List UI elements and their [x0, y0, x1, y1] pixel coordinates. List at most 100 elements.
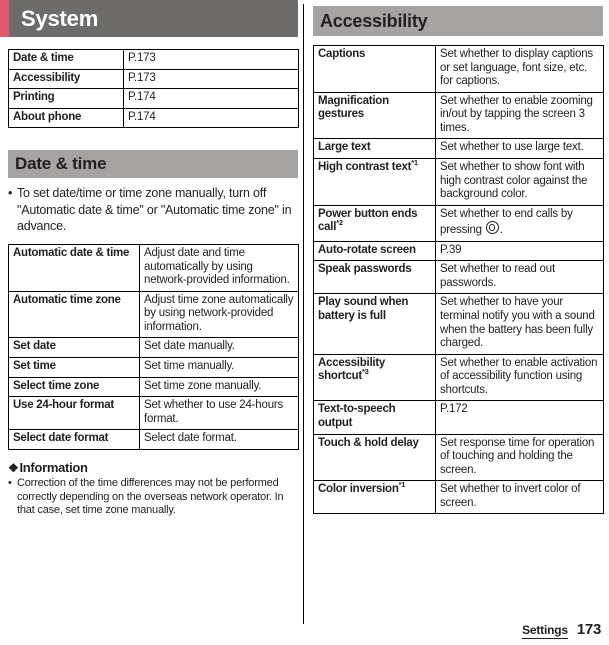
chapter-title: System [21, 5, 99, 31]
table-row: Accessibility shortcut*3 Set whether to … [313, 353, 604, 402]
section-title: Accessibility [320, 10, 428, 31]
table-row: Large text Set whether to use large text… [313, 138, 604, 159]
bullet-dot: • [8, 186, 13, 201]
setting-label: Touch & hold delay [318, 436, 419, 449]
setting-name[interactable]: Speak passwords [313, 260, 436, 295]
setting-label: Magnification gestures [318, 94, 389, 121]
setting-name[interactable]: Text-to-speech output [313, 400, 436, 435]
page-reference[interactable]: P.39 [435, 240, 604, 262]
setting-description: Set response time for operation of touch… [435, 433, 604, 482]
setting-name[interactable]: Color inversion*1 [313, 480, 436, 515]
setting-name[interactable]: High contrast text*1 [313, 157, 436, 206]
setting-label: Captions [318, 48, 366, 60]
setting-name[interactable]: Accessibility shortcut*3 [313, 353, 436, 402]
setting-label: High contrast text [318, 160, 412, 173]
setting-description: Set whether to use 24-hours format. [139, 396, 299, 431]
system-links-table: Date & time P.173 Accessibility P.173 Pr… [8, 49, 299, 129]
table-row: Set time Set time manually. [8, 356, 299, 378]
table-row: Automatic time zone Adjust time zone aut… [8, 290, 299, 339]
information-title: Information [19, 459, 88, 475]
table-row: Select date format Select date format. [8, 429, 299, 450]
table-row: Auto-rotate screen P.39 [313, 240, 604, 262]
setting-name[interactable]: Automatic date & time [8, 244, 140, 292]
setting-description: Set whether to show font with high contr… [435, 157, 604, 206]
setting-name[interactable]: About phone [8, 107, 124, 129]
description-part-1: Set whether to end calls by pressing [440, 207, 573, 237]
table-row: Date & time P.173 [8, 49, 299, 70]
manual-page: System Date & time P.173 Accessibility P… [0, 0, 609, 645]
setting-description: Set whether to display captions or set l… [435, 45, 604, 93]
setting-name[interactable]: Use 24-hour format [8, 396, 140, 431]
setting-label: Speak passwords [318, 263, 412, 276]
section-header-date-time: Date & time [8, 150, 298, 179]
column-divider [303, 4, 304, 624]
right-column: Accessibility Captions Set whether to di… [313, 0, 604, 524]
setting-name[interactable]: Power button ends call*2 [313, 204, 436, 242]
page-number: 173 [576, 621, 601, 638]
table-row: High contrast text*1 Set whether to show… [313, 157, 604, 206]
setting-description: Set whether to end calls by pressing . [435, 204, 604, 242]
table-row: Power button ends call*2 Set whether to … [313, 204, 604, 242]
left-column: System Date & time P.173 Accessibility P… [0, 0, 299, 528]
footnote-marker: *3 [362, 367, 369, 377]
table-row: Select time zone Set time zone manually. [8, 376, 299, 398]
setting-name[interactable]: Printing [8, 88, 124, 109]
setting-label: Auto-rotate screen [318, 243, 416, 256]
table-row: Automatic date & time Adjust date and ti… [8, 244, 299, 292]
chapter-accent-bar [0, 0, 9, 37]
setting-name[interactable]: Auto-rotate screen [313, 240, 436, 262]
setting-name[interactable]: Set date [8, 337, 140, 358]
setting-name[interactable]: Set time [8, 356, 140, 378]
bullet-dot: • [8, 476, 12, 489]
setting-description: Set time zone manually. [139, 376, 299, 398]
table-row: Accessibility P.173 [8, 68, 299, 90]
setting-name[interactable]: Date & time [8, 49, 124, 70]
section-title: Date & time [15, 154, 107, 174]
setting-description: Set whether to enable activation of acce… [435, 353, 604, 402]
setting-label: Accessibility shortcut [318, 356, 386, 383]
setting-name[interactable]: Touch & hold delay [313, 433, 436, 482]
setting-name[interactable]: Accessibility [8, 68, 124, 90]
setting-name[interactable]: Select date format [8, 429, 140, 450]
information-text: Correction of the time differences may n… [17, 476, 284, 517]
setting-description: Set date manually. [139, 337, 299, 358]
setting-description: Set whether to have your terminal notify… [435, 293, 604, 355]
setting-name[interactable]: Select time zone [8, 376, 140, 398]
setting-name[interactable]: Automatic time zone [8, 290, 140, 339]
information-heading: ❖ Information [8, 460, 298, 475]
table-row: Magnification gestures Set whether to en… [313, 91, 604, 140]
table-row: Speak passwords Set whether to read out … [313, 260, 604, 295]
table-row: About phone P.174 [8, 107, 299, 129]
footnote-marker: *2 [336, 218, 343, 228]
page-reference[interactable]: P.174 [123, 107, 299, 129]
setting-label: Play sound when battery is full [318, 296, 409, 322]
setting-description: Adjust time zone automatically by using … [139, 290, 299, 339]
page-reference[interactable]: P.173 [123, 49, 299, 70]
page-reference[interactable]: P.174 [123, 88, 299, 109]
information-list: • Correction of the time differences may… [8, 477, 298, 519]
page-footer: Settings 173 [522, 621, 601, 639]
table-row: Set date Set date manually. [8, 337, 299, 358]
accessibility-settings-table: Captions Set whether to display captions… [313, 45, 604, 515]
table-row: Text-to-speech output P.172 [313, 400, 604, 435]
setting-name[interactable]: Magnification gestures [313, 91, 436, 140]
description-part-2: . [499, 224, 503, 237]
setting-description: Set time manually. [139, 356, 299, 378]
date-time-settings-table: Automatic date & time Adjust date and ti… [8, 244, 299, 450]
setting-description: Set whether to enable zooming in/out by … [435, 91, 604, 140]
note-text: To set date/time or time zone manually, … [17, 186, 292, 233]
setting-description: Adjust date and time automatically by us… [139, 244, 299, 292]
page-reference[interactable]: P.173 [123, 68, 299, 90]
setting-name[interactable]: Captions [313, 45, 436, 93]
setting-label: Color inversion [318, 483, 399, 496]
footer-section-label: Settings [522, 623, 568, 639]
setting-label: Text-to-speech output [318, 403, 396, 429]
note-item: • To set date/time or time zone manually… [8, 185, 298, 234]
date-time-notes: • To set date/time or time zone manually… [8, 185, 298, 234]
page-reference[interactable]: P.172 [435, 400, 604, 435]
footnote-marker: *1 [398, 480, 406, 490]
chapter-header: System [0, 0, 298, 37]
setting-name[interactable]: Play sound when battery is full [313, 293, 436, 355]
footnote-marker: *1 [411, 158, 418, 168]
setting-name[interactable]: Large text [313, 138, 436, 159]
